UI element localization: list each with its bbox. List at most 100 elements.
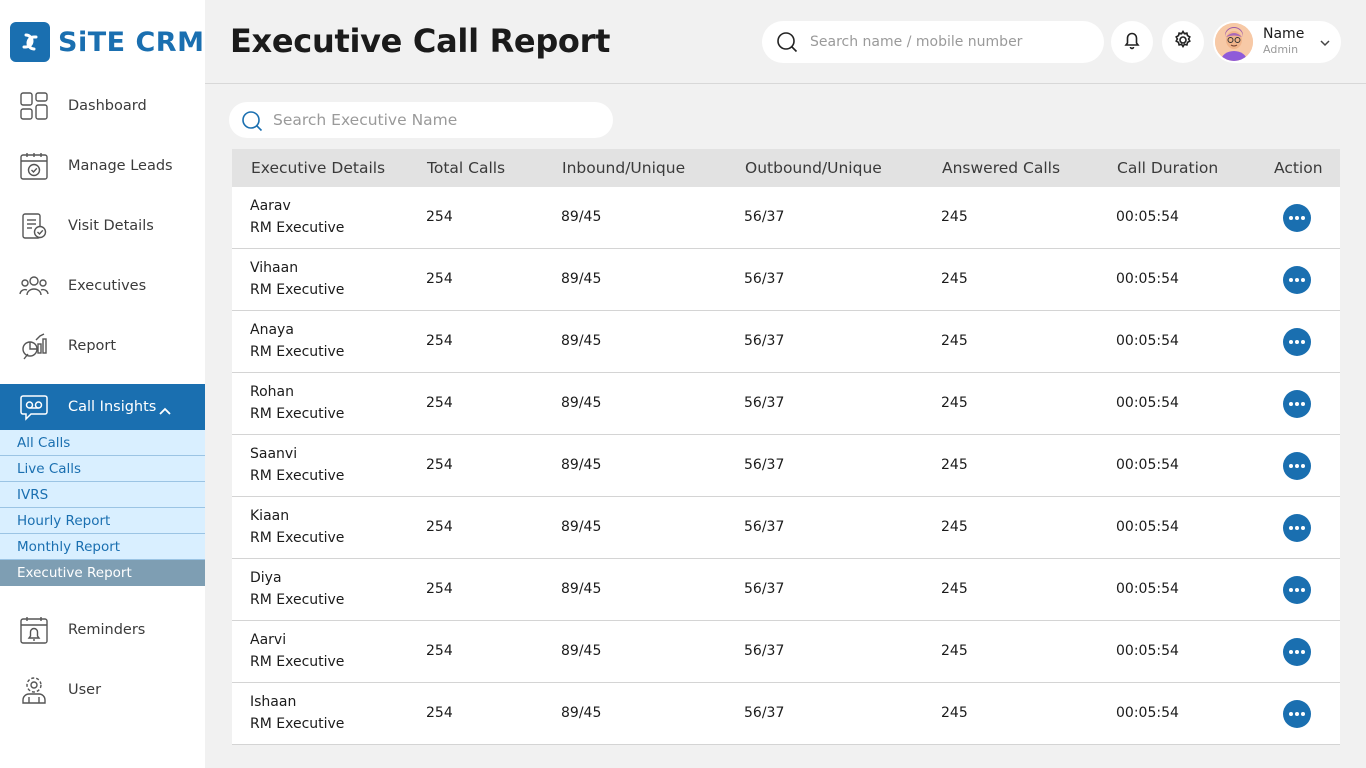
- answered-calls-cell: 245: [941, 705, 968, 721]
- more-horizontal-icon: [1287, 526, 1306, 530]
- total-calls-cell: 254: [426, 581, 453, 597]
- bell-icon: [1122, 30, 1142, 54]
- submenu-item-hourly-report[interactable]: Hourly Report: [0, 508, 205, 534]
- chevron-down-icon: [1319, 34, 1331, 53]
- table-row[interactable]: Ishaan RM Executive 254 89/45 56/37 245 00:05:…: [232, 683, 1340, 745]
- executive-call-table: Executive Details Total Calls Inbound/Un…: [232, 149, 1340, 745]
- table-header: Executive Details Total Calls Inbound/Un…: [232, 149, 1340, 187]
- sidebar-item-manage-leads[interactable]: Manage Leads: [0, 136, 205, 196]
- answered-calls-cell: 245: [941, 581, 968, 597]
- gear-icon: [1173, 30, 1193, 54]
- column-header-call-duration[interactable]: Call Duration: [1117, 159, 1218, 177]
- total-calls-cell: 254: [426, 333, 453, 349]
- sidebar-item-visit-details[interactable]: Visit Details: [0, 196, 205, 256]
- row-action-button[interactable]: [1283, 390, 1311, 418]
- executive-name: Vihaan: [250, 260, 299, 276]
- table-row[interactable]: Saanvi RM Executive 254 89/45 56/37 245 00:05:…: [232, 435, 1340, 497]
- row-action-button[interactable]: [1283, 328, 1311, 356]
- table-row[interactable]: Anaya RM Executive 254 89/45 56/37 245 00:05:5…: [232, 311, 1340, 373]
- submenu-item-live-calls[interactable]: Live Calls: [0, 456, 205, 482]
- column-header-answered-calls[interactable]: Answered Calls: [942, 159, 1060, 177]
- executive-name: Anaya: [250, 322, 294, 338]
- executive-name: Aarvi: [250, 632, 287, 648]
- column-header-action: Action: [1274, 159, 1323, 177]
- inbound-unique-cell: 89/45: [561, 333, 602, 349]
- sidebar-item-label: Call Insights: [68, 399, 157, 415]
- more-horizontal-icon: [1287, 588, 1306, 592]
- table-row[interactable]: Aarvi RM Executive 254 89/45 56/37 245 00:05:5…: [232, 621, 1340, 683]
- sidebar-item-label: Executives: [68, 278, 147, 294]
- outbound-unique-cell: 56/37: [744, 333, 785, 349]
- sidebar-item-report[interactable]: Report: [0, 316, 205, 376]
- executive-name: Rohan: [250, 384, 294, 400]
- inbound-unique-cell: 89/45: [561, 643, 602, 659]
- more-horizontal-icon: [1287, 402, 1306, 406]
- row-action-button[interactable]: [1283, 700, 1311, 728]
- table-row[interactable]: Kiaan RM Executive 254 89/45 56/37 245 00:05:5…: [232, 497, 1340, 559]
- submenu-item-ivrs[interactable]: IVRS: [0, 482, 205, 508]
- more-horizontal-icon: [1287, 712, 1306, 716]
- executive-search[interactable]: [229, 102, 613, 138]
- executive-role: RM Executive: [250, 220, 345, 236]
- row-action-button[interactable]: [1283, 266, 1311, 294]
- sidebar-item-user[interactable]: User: [0, 660, 205, 720]
- row-action-button[interactable]: [1283, 514, 1311, 542]
- submenu-item-executive-report[interactable]: Executive Report: [0, 560, 205, 586]
- outbound-unique-cell: 56/37: [744, 581, 785, 597]
- avatar: [1215, 23, 1253, 61]
- column-header-executive-details[interactable]: Executive Details: [251, 159, 385, 177]
- more-horizontal-icon: [1287, 464, 1306, 468]
- row-action-button[interactable]: [1283, 452, 1311, 480]
- row-action-button[interactable]: [1283, 638, 1311, 666]
- column-header-total-calls[interactable]: Total Calls: [427, 159, 505, 177]
- row-action-button[interactable]: [1283, 576, 1311, 604]
- voicemail-chat-icon: [19, 392, 49, 422]
- total-calls-cell: 254: [426, 519, 453, 535]
- settings-button[interactable]: [1162, 21, 1204, 63]
- notifications-button[interactable]: [1111, 21, 1153, 63]
- executive-name: Aarav: [250, 198, 291, 214]
- total-calls-cell: 254: [426, 395, 453, 411]
- table-row[interactable]: Diya RM Executive 254 89/45 56/37 245 00:05:54: [232, 559, 1340, 621]
- table-row[interactable]: Vihaan RM Executive 254 89/45 56/37 245 00:05:…: [232, 249, 1340, 311]
- app-logo[interactable]: SiTE CRM: [10, 22, 204, 62]
- executive-search-input[interactable]: [273, 109, 593, 131]
- call-duration-cell: 00:05:54: [1116, 643, 1179, 659]
- table-row[interactable]: Rohan RM Executive 254 89/45 56/37 245 00:05:5…: [232, 373, 1340, 435]
- report-chart-icon: [19, 331, 49, 361]
- more-horizontal-icon: [1287, 216, 1306, 220]
- chevron-up-icon: [158, 401, 172, 420]
- executive-role: RM Executive: [250, 344, 345, 360]
- submenu-item-all-calls[interactable]: All Calls: [0, 430, 205, 456]
- global-search-input[interactable]: [810, 31, 1090, 53]
- sidebar-item-label: User: [68, 682, 102, 698]
- call-duration-cell: 00:05:54: [1116, 333, 1179, 349]
- submenu-item-monthly-report[interactable]: Monthly Report: [0, 534, 205, 560]
- row-action-button[interactable]: [1283, 204, 1311, 232]
- answered-calls-cell: 245: [941, 643, 968, 659]
- sidebar-item-reminders[interactable]: Reminders: [0, 600, 205, 660]
- profile-menu[interactable]: Name Admin: [1213, 21, 1341, 63]
- calendar-bell-icon: [19, 615, 49, 645]
- clipboard-check-icon: [19, 211, 49, 241]
- call-duration-cell: 00:05:54: [1116, 519, 1179, 535]
- global-search[interactable]: [762, 21, 1104, 63]
- call-duration-cell: 00:05:54: [1116, 705, 1179, 721]
- sidebar-item-executives[interactable]: Executives: [0, 256, 205, 316]
- inbound-unique-cell: 89/45: [561, 395, 602, 411]
- column-header-inbound-unique[interactable]: Inbound/Unique: [562, 159, 685, 177]
- answered-calls-cell: 245: [941, 333, 968, 349]
- outbound-unique-cell: 56/37: [744, 643, 785, 659]
- outbound-unique-cell: 56/37: [744, 457, 785, 473]
- table-row[interactable]: Aarav RM Executive 254 89/45 56/37 245 00:05:5…: [232, 187, 1340, 249]
- sidebar-item-dashboard[interactable]: Dashboard: [0, 76, 205, 136]
- outbound-unique-cell: 56/37: [744, 271, 785, 287]
- user-gear-icon: [19, 675, 49, 705]
- more-horizontal-icon: [1287, 340, 1306, 344]
- column-header-outbound-unique[interactable]: Outbound/Unique: [745, 159, 882, 177]
- executive-role: RM Executive: [250, 654, 345, 670]
- executive-role: RM Executive: [250, 282, 345, 298]
- answered-calls-cell: 245: [941, 519, 968, 535]
- inbound-unique-cell: 89/45: [561, 209, 602, 225]
- sidebar-item-call-insights[interactable]: Call Insights: [0, 384, 205, 430]
